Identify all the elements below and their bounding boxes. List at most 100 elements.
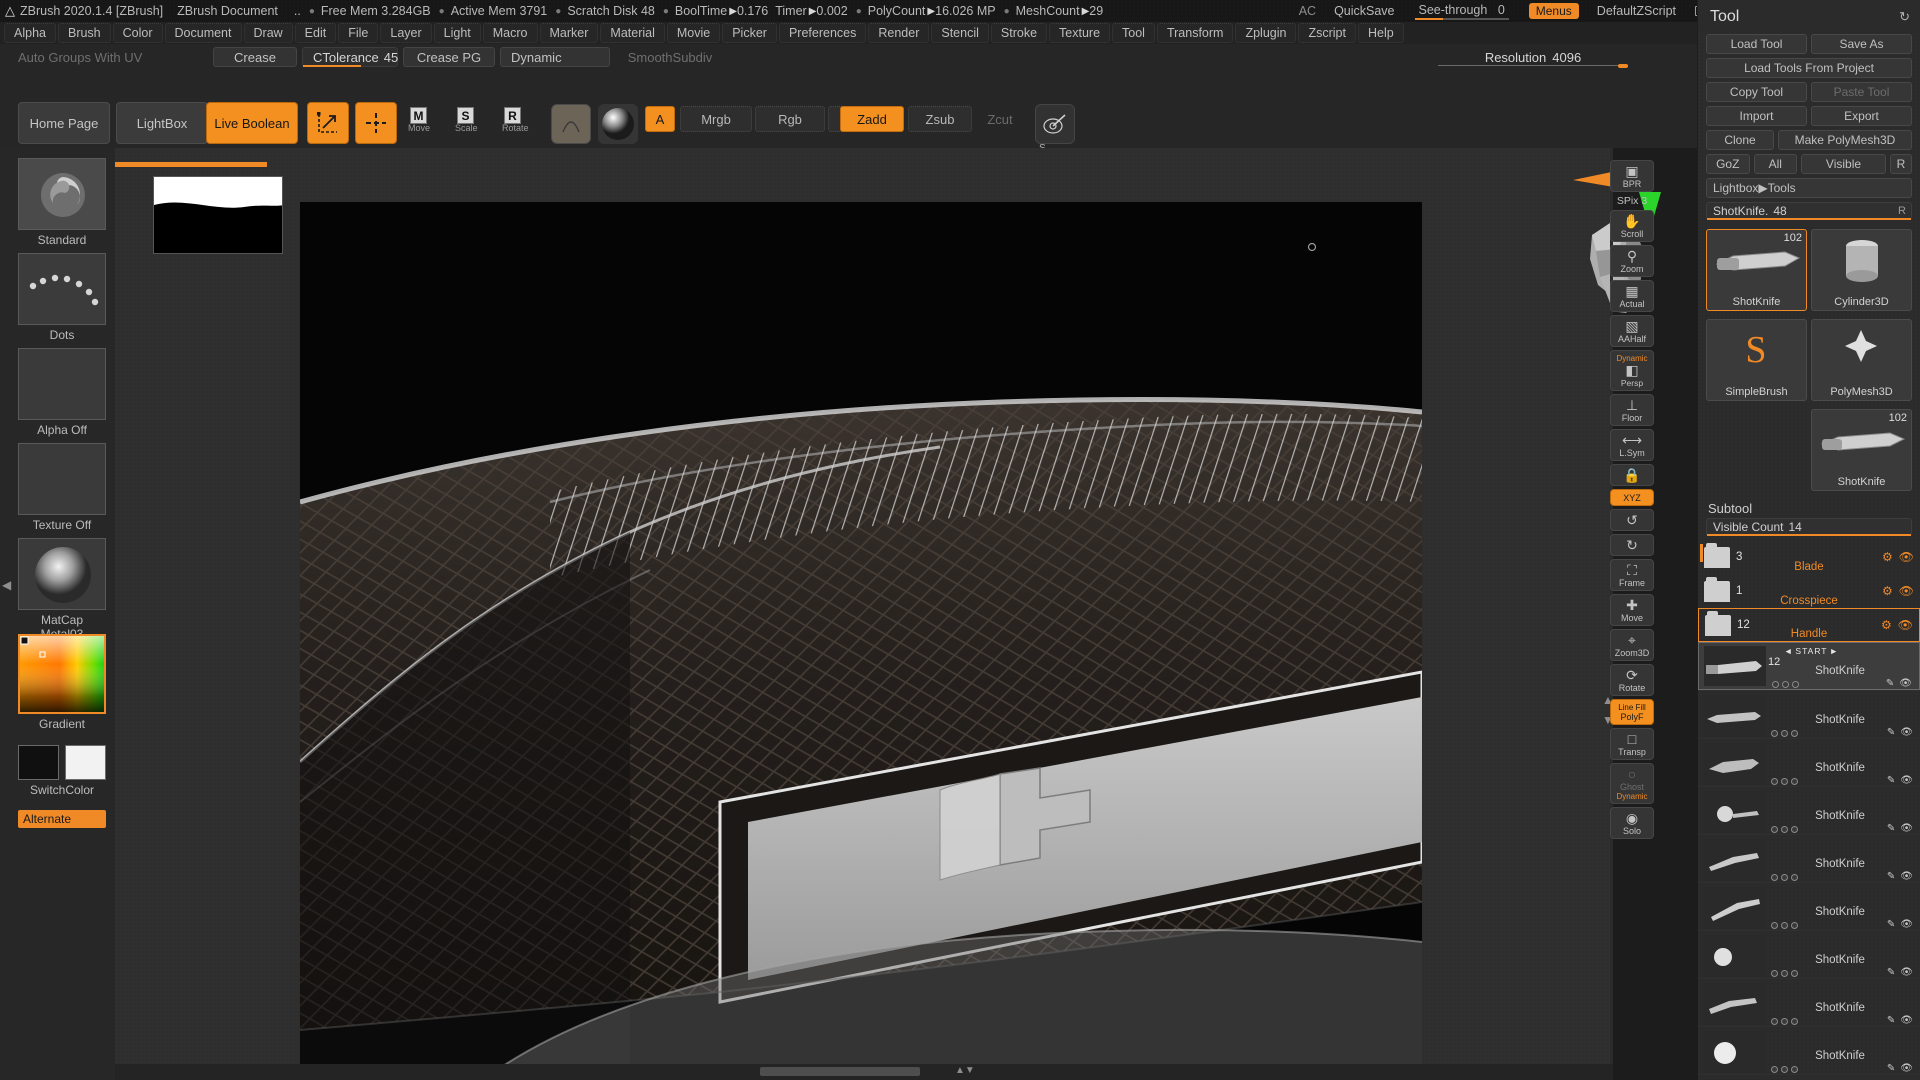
scale-tool-button[interactable]: S Scale: [453, 105, 479, 131]
polyframe-button[interactable]: Line Fill PolyF: [1610, 699, 1654, 725]
subtool-row-8[interactable]: ShotKnife ✎👁: [1698, 1026, 1920, 1074]
alternate-button[interactable]: Alternate: [18, 810, 106, 828]
subtool-row-2-dots[interactable]: [1771, 778, 1798, 785]
subtool-row-0-icons[interactable]: ✎ 👁: [1886, 678, 1912, 689]
subtool-row-5-icons[interactable]: ✎👁: [1887, 919, 1913, 930]
crease-pg-button[interactable]: Crease PG: [403, 47, 495, 67]
subtool-row-2-icons[interactable]: ✎👁: [1887, 775, 1913, 786]
load-tools-from-project-button[interactable]: Load Tools From Project: [1706, 58, 1912, 78]
save-as-button[interactable]: Save As: [1811, 34, 1912, 54]
subtool-row-1[interactable]: ShotKnife ✎👁: [1698, 690, 1920, 738]
subtool-row-7-dots[interactable]: [1771, 1018, 1798, 1025]
menu-item-picker[interactable]: Picker: [722, 23, 777, 43]
import-button[interactable]: Import: [1706, 106, 1807, 126]
dynamic-button[interactable]: Dynamic: [500, 47, 610, 67]
sculpt-viewport[interactable]: [300, 202, 1422, 1080]
alpha-toggle-button[interactable]: A: [645, 106, 675, 132]
material-preview-sphere[interactable]: [598, 104, 638, 144]
lightbox-button[interactable]: LightBox: [116, 102, 208, 144]
subtool-row-0-dots[interactable]: [1772, 681, 1799, 688]
zoom3d-button[interactable]: ⌖ Zoom3D: [1610, 629, 1654, 661]
goz-r-button[interactable]: R: [1890, 154, 1912, 174]
focal-shift-icon-button[interactable]: S: [1035, 104, 1075, 144]
tool-cell-polymesh3d[interactable]: PolyMesh3D: [1811, 319, 1912, 401]
see-through-slider[interactable]: See-through 0: [1413, 3, 1511, 19]
aahalf-button[interactable]: ▧ AAHalf: [1610, 315, 1654, 347]
transp-button[interactable]: □ Transp: [1610, 728, 1654, 760]
resolution-slider[interactable]: Resolution 4096: [1438, 47, 1628, 67]
load-tool-button[interactable]: Load Tool: [1706, 34, 1807, 54]
menu-item-tool[interactable]: Tool: [1112, 23, 1155, 43]
eye-icon[interactable]: 👁: [1900, 823, 1913, 834]
pencil-icon[interactable]: ✎: [1887, 1063, 1895, 1074]
subtool-row-4[interactable]: ShotKnife ✎👁: [1698, 834, 1920, 882]
actual-button[interactable]: ▦ Actual: [1610, 280, 1654, 312]
subtool-row-8-icons[interactable]: ✎👁: [1887, 1063, 1913, 1074]
home-page-button[interactable]: Home Page: [18, 102, 110, 144]
subtool-section-header[interactable]: Subtool: [1698, 495, 1920, 518]
menu-item-light[interactable]: Light: [434, 23, 481, 43]
local-symmetry-button[interactable]: ⟷ L.Sym: [1610, 429, 1654, 461]
copy-tool-button[interactable]: Copy Tool: [1706, 82, 1807, 102]
eye-icon[interactable]: 👁: [1900, 871, 1913, 882]
shotknife-slider[interactable]: ShotKnife. 48 R: [1706, 202, 1912, 220]
floor-button[interactable]: ⊥ Floor: [1610, 394, 1654, 426]
current-texture-swatch[interactable]: Texture Off: [18, 443, 106, 532]
scroll-button[interactable]: ✋ Scroll: [1610, 210, 1654, 242]
subtool-folder-crosspiece[interactable]: 1 Crosspiece ⚙ 👁: [1698, 574, 1920, 608]
menu-item-render[interactable]: Render: [868, 23, 929, 43]
redo-button[interactable]: ↻: [1610, 534, 1654, 556]
color-picker[interactable]: Gradient: [18, 634, 106, 731]
visible-count-slider[interactable]: Visible Count 14: [1706, 518, 1912, 536]
paste-tool-button[interactable]: Paste Tool: [1811, 82, 1912, 102]
eye-icon[interactable]: 👁: [1900, 727, 1913, 738]
subtool-folder-handle[interactable]: 12 Handle ⚙ 👁: [1698, 608, 1920, 642]
menus-button[interactable]: Menus: [1529, 3, 1579, 19]
pencil-icon[interactable]: ✎: [1887, 919, 1895, 930]
move-cross-icon[interactable]: [355, 102, 397, 144]
menu-item-material[interactable]: Material: [600, 23, 664, 43]
subtool-row-5-dots[interactable]: [1771, 922, 1798, 929]
menu-item-marker[interactable]: Marker: [540, 23, 599, 43]
menu-item-document[interactable]: Document: [165, 23, 242, 43]
subtool-row-2[interactable]: ShotKnife ✎👁: [1698, 738, 1920, 786]
pencil-icon[interactable]: ✎: [1887, 727, 1895, 738]
menu-item-transform[interactable]: Transform: [1157, 23, 1234, 43]
subtool-row-3-dots[interactable]: [1771, 826, 1798, 833]
subtool-row-3-icons[interactable]: ✎👁: [1887, 823, 1913, 834]
subtool-folder-blade[interactable]: 3 Blade ⚙ 👁: [1698, 540, 1920, 574]
menu-item-draw[interactable]: Draw: [244, 23, 293, 43]
brush-preview-swatch[interactable]: [551, 104, 591, 144]
subtool-row-3[interactable]: ShotKnife ✎👁: [1698, 786, 1920, 834]
rotate-tool-button[interactable]: R Rotate: [500, 105, 526, 131]
current-alpha-swatch[interactable]: Alpha Off: [18, 348, 106, 437]
subtool-row-1-icons[interactable]: ✎👁: [1887, 727, 1913, 738]
current-material-swatch[interactable]: MatCap Metal03: [18, 538, 106, 641]
tool-cell-shotknife[interactable]: 102 ShotKnife: [1706, 229, 1807, 311]
eye-icon[interactable]: 👁: [1900, 1063, 1913, 1074]
menu-item-edit[interactable]: Edit: [295, 23, 337, 43]
zsub-button[interactable]: Zsub: [908, 106, 972, 132]
tool-cell-shotknife-2[interactable]: 102 ShotKnife: [1811, 409, 1912, 491]
undo-button[interactable]: ↺: [1610, 509, 1654, 531]
move-view-button[interactable]: ✚ Move: [1610, 594, 1654, 626]
menu-item-color[interactable]: Color: [113, 23, 163, 43]
subtool-row-0[interactable]: START 12 ShotKnife ✎ 👁: [1698, 642, 1920, 690]
zoom-button[interactable]: ⚲ Zoom: [1610, 245, 1654, 277]
ghost-button[interactable]: ○ Ghost Dynamic: [1610, 763, 1654, 804]
menu-item-stencil[interactable]: Stencil: [931, 23, 989, 43]
menu-item-movie[interactable]: Movie: [667, 23, 720, 43]
canvas-area[interactable]: ▲ ▼: [115, 148, 1613, 1080]
pencil-icon[interactable]: ✎: [1887, 871, 1895, 882]
eye-icon[interactable]: 👁: [1900, 775, 1913, 786]
color-picker-gradient[interactable]: [18, 634, 106, 714]
eye-icon[interactable]: 👁: [1900, 919, 1913, 930]
menu-item-alpha[interactable]: Alpha: [4, 23, 56, 43]
pencil-icon[interactable]: ✎: [1887, 823, 1895, 834]
zadd-button[interactable]: Zadd: [840, 106, 904, 132]
menu-item-brush[interactable]: Brush: [58, 23, 111, 43]
pencil-icon[interactable]: ✎: [1887, 775, 1895, 786]
subtool-row-5[interactable]: ShotKnife ✎👁: [1698, 882, 1920, 930]
mrgb-button[interactable]: Mrgb: [680, 106, 752, 132]
ctolerance-slider[interactable]: CTolerance 45: [302, 47, 398, 67]
